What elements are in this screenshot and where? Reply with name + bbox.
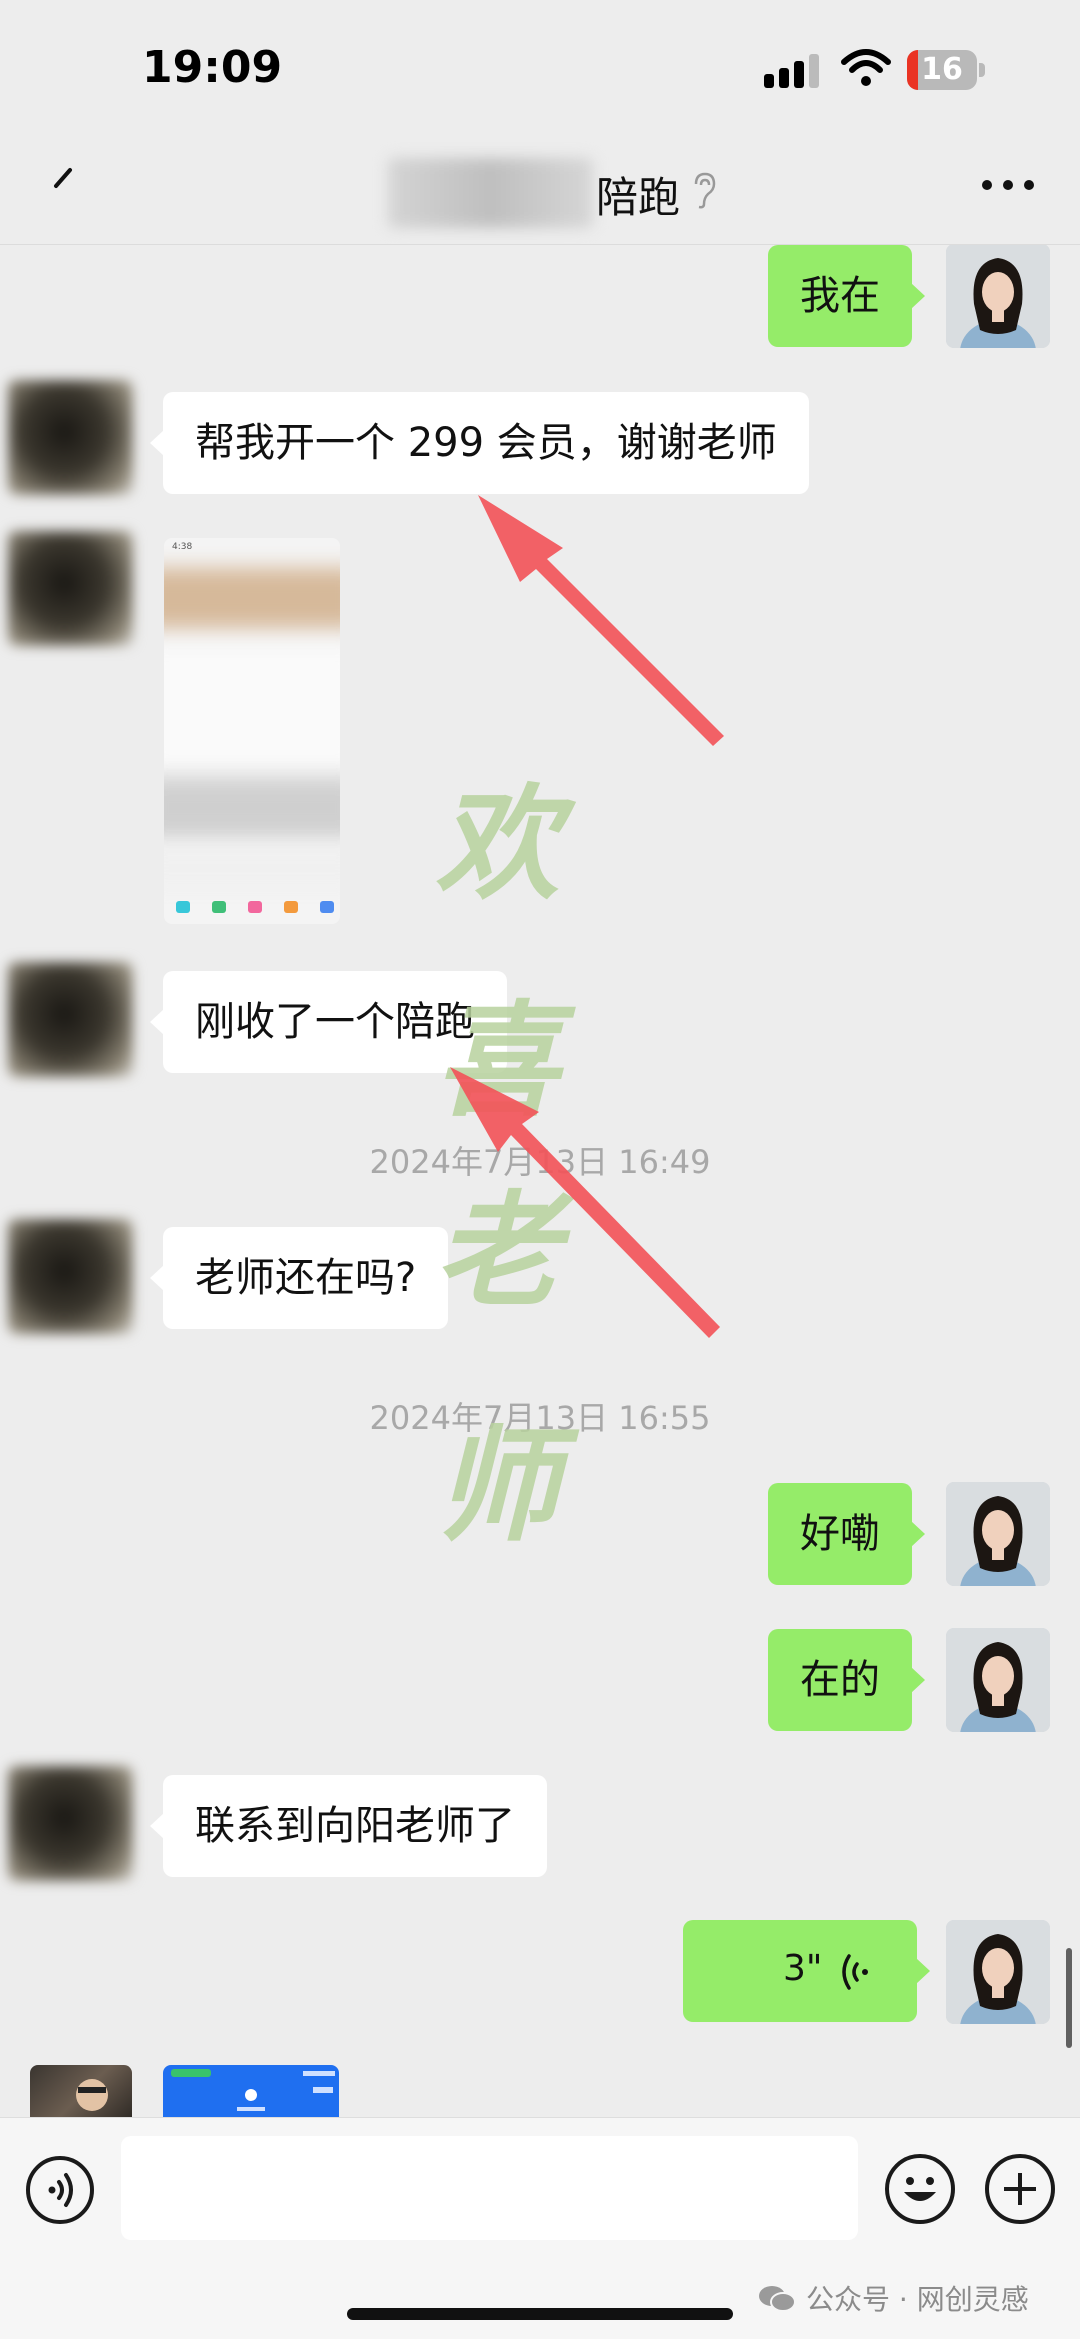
battery-level: 16: [921, 52, 963, 87]
battery-icon: 16: [907, 50, 985, 90]
more-button[interactable]: [982, 176, 1036, 196]
voice-toggle-button[interactable]: [26, 2156, 94, 2224]
emoji-button[interactable]: [885, 2154, 955, 2224]
chat-title[interactable]: 陪跑: [596, 164, 680, 225]
status-bar: 19:09 16: [0, 0, 1080, 130]
footer-watermark: 公众号 · 网创灵感: [806, 2283, 1029, 2316]
voice-toggle-icon: [48, 2173, 73, 2207]
arrow-annotation: [450, 1067, 720, 1338]
plus-button[interactable]: [985, 2154, 1055, 2224]
wifi-icon: [841, 49, 891, 86]
input-bar: 公众号 · 网创灵感: [0, 2117, 1080, 2339]
cellular-signal-icon: [764, 54, 822, 88]
home-indicator[interactable]: [347, 2308, 733, 2320]
annotation-arrows: [450, 495, 724, 1338]
scroll-indicator[interactable]: [1066, 1948, 1072, 2048]
emoji-icon: [904, 2177, 936, 2201]
status-time: 19:09: [142, 42, 283, 93]
arrow-annotation: [478, 495, 724, 746]
contact-name-blurred: [388, 158, 593, 228]
wechat-icon: [759, 2286, 796, 2312]
message-input[interactable]: [121, 2136, 858, 2240]
chat-header: 陪跑: [0, 130, 1080, 245]
chat-messages[interactable]: 我在 帮我开一个 299 会员，谢谢老师 4:38 刚收了一个陪跑 2024年7…: [0, 245, 1080, 2117]
ear-icon: [694, 172, 716, 209]
back-icon[interactable]: [48, 166, 78, 206]
